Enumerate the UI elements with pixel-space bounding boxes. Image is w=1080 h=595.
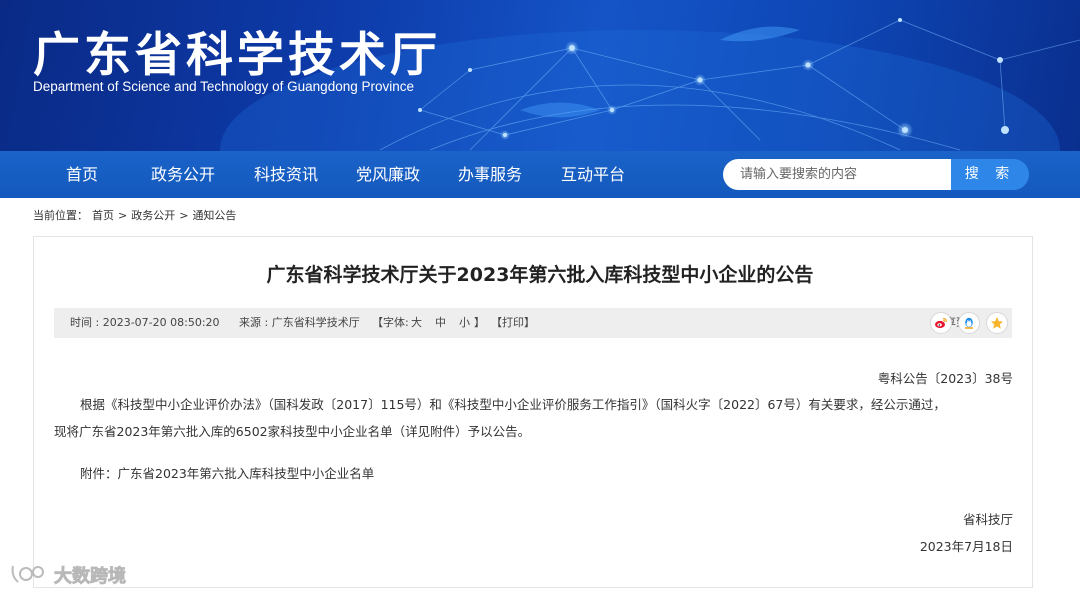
qq-icon[interactable] bbox=[958, 312, 980, 334]
article-meta-bar: 时间 : 2023-07-20 08:50:20 来源 : 广东省科学技术厅 【… bbox=[54, 308, 1012, 338]
nav-item-home[interactable]: 首页 bbox=[66, 151, 98, 198]
attachment-line[interactable]: 附件：广东省2023年第六批入库科技型中小企业名单 bbox=[54, 460, 1014, 487]
search-input[interactable] bbox=[723, 159, 951, 190]
font-size-medium-link[interactable]: 中 bbox=[435, 308, 446, 338]
document-number: 粤科公告〔2023〕38号 bbox=[877, 371, 1013, 386]
site-title: 广东省科学技术厅 bbox=[33, 28, 441, 83]
nav-item-interaction[interactable]: 互动平台 bbox=[561, 151, 625, 198]
breadcrumb-prefix: 当前位置： bbox=[33, 209, 88, 222]
breadcrumb-item-notices[interactable]: 通知公告 bbox=[192, 209, 236, 222]
signed-date: 2023年7月18日 bbox=[919, 539, 1013, 554]
paragraph-line-1: 根据《科技型中小企业评价办法》（国科发政〔2017〕115号）和《科技型中小企业… bbox=[80, 397, 946, 412]
watermark-text: 大数跨境 bbox=[54, 566, 127, 588]
watermark-logo-icon bbox=[11, 565, 44, 583]
search-button[interactable]: 搜 索 bbox=[951, 159, 1029, 190]
publish-time: 时间 : 2023-07-20 08:50:20 bbox=[70, 316, 220, 329]
font-size-small-link[interactable]: 小 bbox=[459, 308, 470, 338]
breadcrumb: 当前位置： 首页 > 政务公开 > 通知公告 bbox=[33, 207, 240, 223]
print-link[interactable]: 【打印】 bbox=[491, 308, 535, 338]
nav-item-tech-news[interactable]: 科技资讯 bbox=[254, 151, 318, 198]
font-size-close: 】 bbox=[474, 316, 485, 329]
signer: 省科技厅 bbox=[962, 512, 1013, 527]
article-title: 广东省科学技术厅关于2023年第六批入库科技型中小企业的公告 bbox=[266, 264, 814, 286]
breadcrumb-separator: > bbox=[118, 209, 128, 222]
font-size-large-link[interactable]: 大 bbox=[411, 308, 422, 338]
qzone-star-icon[interactable] bbox=[986, 312, 1008, 334]
paragraph-line-2: 现将广东省2023年第六批入库的6502家科技型中小企业名单（详见附件）予以公告… bbox=[54, 424, 531, 439]
article-source: 来源 : 广东省科学技术厅 bbox=[239, 316, 360, 329]
breadcrumb-item-government-affairs[interactable]: 政务公开 bbox=[131, 209, 175, 222]
breadcrumb-item-home[interactable]: 首页 bbox=[92, 209, 114, 222]
breadcrumb-separator: > bbox=[179, 209, 189, 222]
weibo-icon[interactable] bbox=[930, 312, 952, 334]
nav-item-services[interactable]: 办事服务 bbox=[458, 151, 522, 198]
font-size-label: 【字体: bbox=[372, 316, 409, 329]
header-banner: 广东省科学技术厅 Department of Science and Techn… bbox=[0, 0, 1080, 151]
nav-item-government-affairs[interactable]: 政务公开 bbox=[151, 151, 215, 198]
nav-item-party-integrity[interactable]: 党风廉政 bbox=[356, 151, 420, 198]
site-subtitle: Department of Science and Technology of … bbox=[33, 79, 414, 94]
